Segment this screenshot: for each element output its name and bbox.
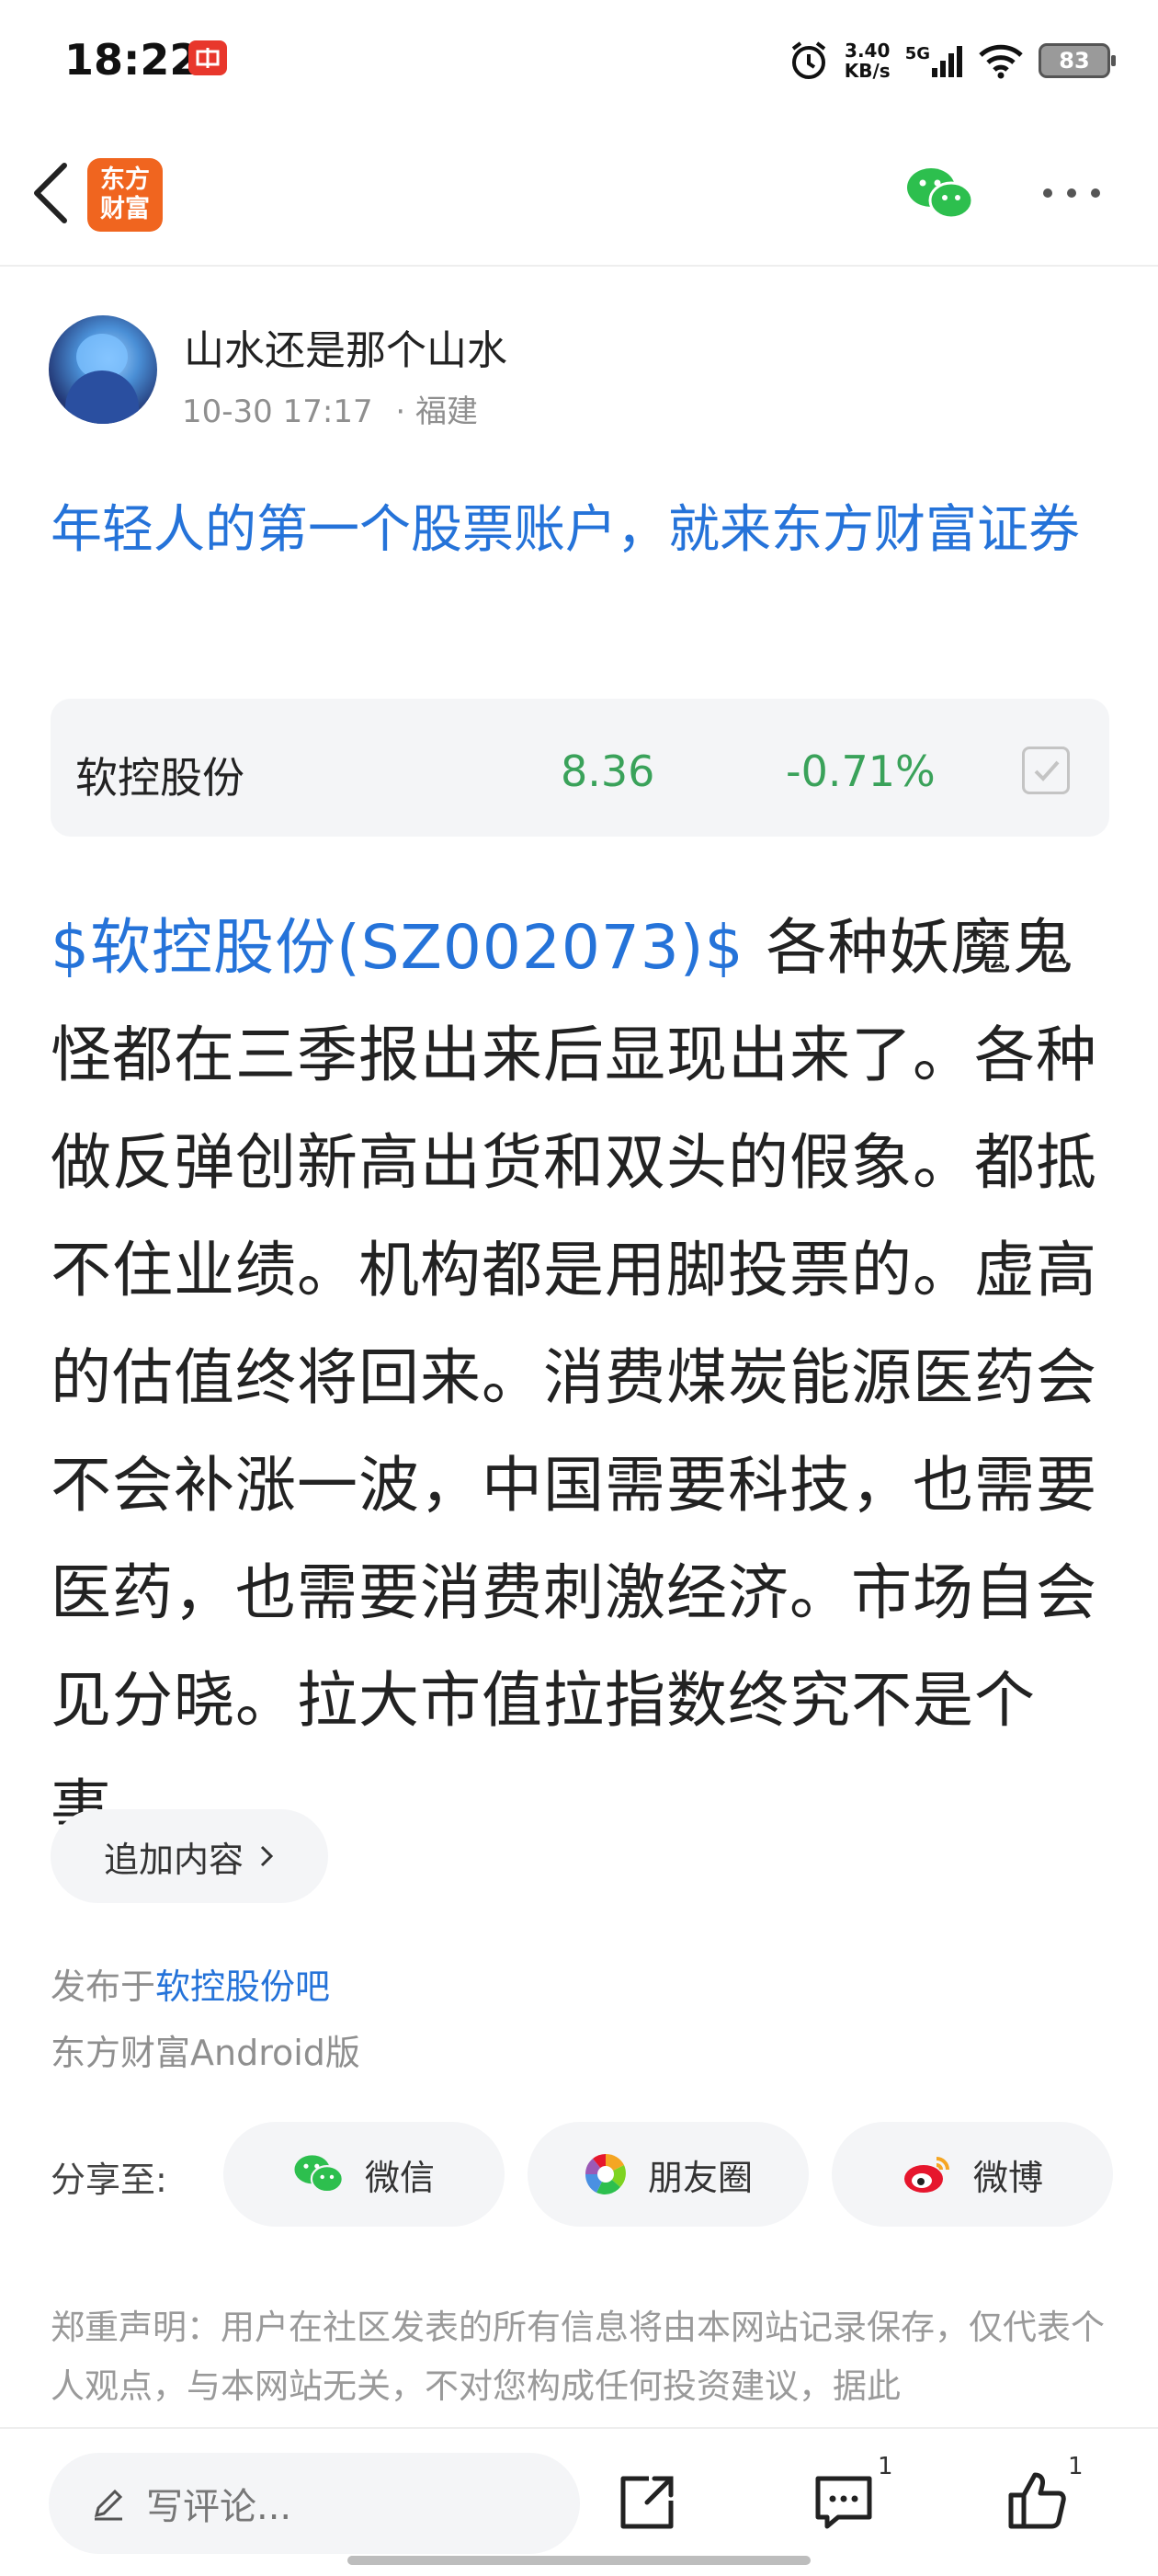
- like-count: 1: [1068, 2453, 1084, 2480]
- watchlist-check-icon[interactable]: [1022, 747, 1070, 794]
- pencil-icon: [94, 2489, 123, 2521]
- client-source: 东方财富Android版: [51, 2033, 360, 2073]
- signal-icon: 5G: [905, 44, 963, 77]
- battery-icon: 83: [1039, 43, 1116, 78]
- stock-bar-link[interactable]: 软控股份吧: [155, 1966, 330, 2007]
- like-icon[interactable]: [1004, 2468, 1073, 2537]
- alarm-icon: [791, 41, 825, 79]
- wifi-icon: [979, 44, 1023, 79]
- post-meta: 10-30 17:17 · 福建: [182, 386, 478, 431]
- share-weibo-button[interactable]: 微博: [832, 2122, 1113, 2227]
- top-nav: [0, 147, 1158, 267]
- wechat-icon: [294, 2155, 344, 2194]
- stock-tag-link[interactable]: $软控股份(SZ002073)$: [51, 912, 744, 983]
- app-notification-icon: [188, 40, 227, 75]
- wechat-share-icon[interactable]: [905, 165, 975, 222]
- stock-change: -0.71%: [786, 747, 936, 796]
- comment-count: 1: [878, 2453, 893, 2480]
- disclaimer-text: 郑重声明：用户在社区发表的所有信息将由本网站记录保存，仅代表个人观点，与本网站无…: [51, 2308, 1105, 2406]
- published-in: 发布于软控股份吧: [51, 1958, 330, 2009]
- share-label: 分享至:: [51, 2160, 167, 2200]
- share-icon[interactable]: [614, 2469, 680, 2536]
- post-title[interactable]: 年轻人的第一个股票账户，就来东方财富证券: [51, 489, 1117, 572]
- weibo-icon: [903, 2157, 949, 2193]
- stock-name: 软控股份: [75, 753, 244, 803]
- post-body-text: 各种妖魔鬼怪都在三季报出来后显现出来了。各种做反弹创新高出货和双头的假象。都抵不…: [51, 912, 1097, 1843]
- chevron-right-icon: [260, 1845, 274, 1867]
- status-icons: 3.40 KB/s 5G 83: [788, 35, 1116, 86]
- share-weibo-label: 微博: [972, 2157, 1043, 2198]
- post-datetime: 10-30 17:17: [182, 393, 373, 430]
- author-name[interactable]: 山水还是那个山水: [184, 317, 507, 376]
- stock-price: 8.36: [561, 747, 655, 796]
- add-content-button[interactable]: 追加内容: [51, 1809, 328, 1903]
- home-indicator[interactable]: [347, 2556, 811, 2565]
- eastmoney-logo[interactable]: 东方 财富: [87, 158, 163, 232]
- share-moments-button[interactable]: 朋友圈: [528, 2122, 809, 2227]
- comment-input[interactable]: 写评论...: [49, 2453, 580, 2554]
- network-speed: 3.40 KB/s: [844, 40, 891, 82]
- share-wechat-label: 微信: [364, 2157, 435, 2198]
- back-button[interactable]: [24, 158, 79, 228]
- more-options-icon[interactable]: [1040, 184, 1103, 202]
- post-body: $软控股份(SZ002073)$ 各种妖魔鬼怪都在三季报出来后显现出来了。各种做反…: [51, 894, 1117, 1862]
- moments-icon: [585, 2153, 626, 2194]
- author-avatar[interactable]: [49, 315, 157, 424]
- share-moments-label: 朋友圈: [647, 2157, 753, 2198]
- share-wechat-button[interactable]: 微信: [223, 2122, 505, 2227]
- add-content-label: 追加内容: [103, 1839, 244, 1880]
- comment-icon[interactable]: [811, 2469, 884, 2543]
- published-prefix: 发布于: [51, 1966, 156, 2007]
- status-time: 18:22: [64, 35, 199, 85]
- comment-placeholder: 写评论...: [146, 2486, 292, 2528]
- post-location: · 福建: [395, 393, 479, 430]
